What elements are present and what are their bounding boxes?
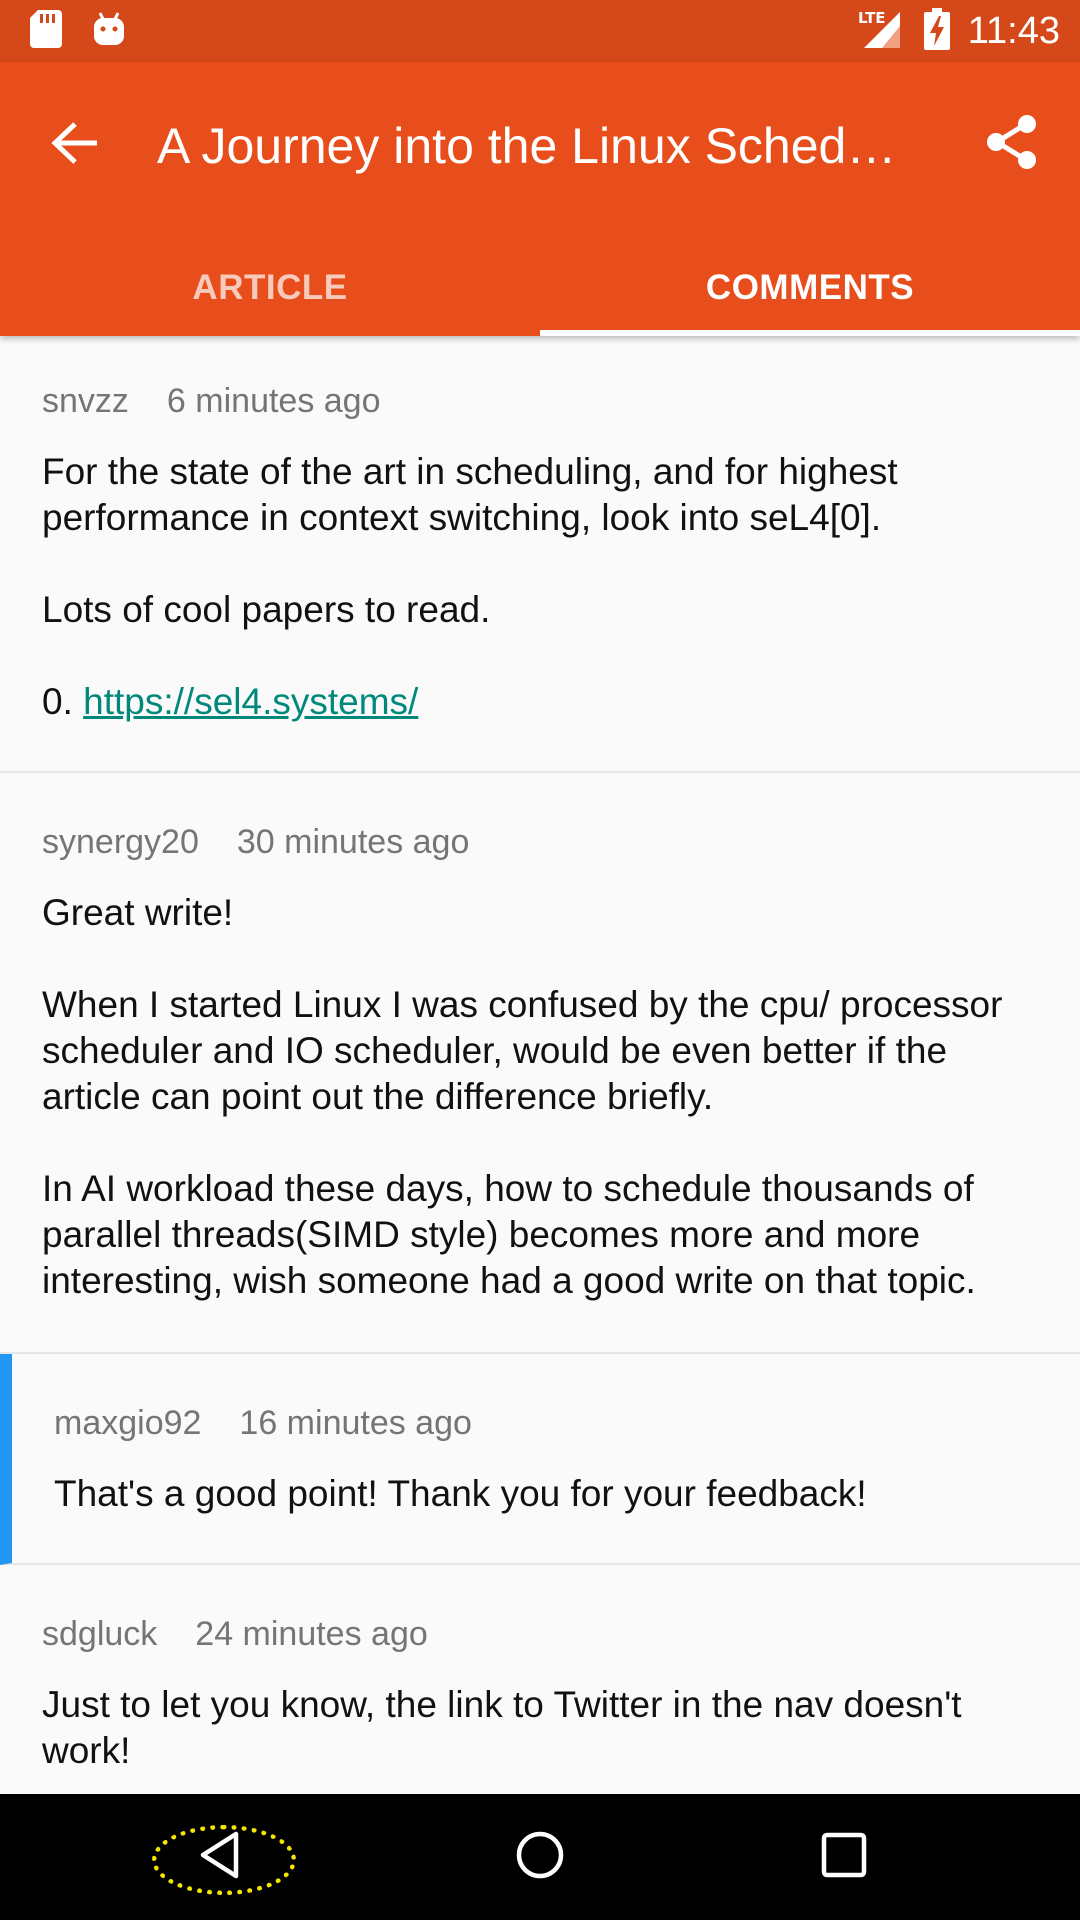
comment-time: 6 minutes ago: [166, 382, 381, 420]
comment-item[interactable]: sdgluck 24 minutes ago Just to let you k…: [0, 1565, 1080, 1794]
comment-author[interactable]: snvzz: [42, 382, 129, 421]
battery-charging-icon: [923, 7, 950, 55]
comment-paragraph: That's a good point! Thank you for your …: [54, 1473, 867, 1514]
comment-item[interactable]: synergy20 30 minutes ago Great write! Wh…: [0, 773, 1080, 1354]
nav-home-button[interactable]: [460, 1794, 620, 1920]
comment-paragraph: 0. https://sel4.systems/: [42, 679, 1038, 725]
comment-paragraph: When I started Linux I was confused by t…: [42, 984, 1003, 1117]
android-icon: [92, 11, 126, 52]
signal-icon: LTE: [856, 8, 906, 55]
nav-back-button[interactable]: [140, 1794, 300, 1920]
comment-meta: maxgio92 16 minutes ago: [54, 1404, 1038, 1443]
comments-list[interactable]: snvzz 6 minutes ago For the state of the…: [0, 336, 1080, 1794]
tap-highlight-ring: [152, 1825, 296, 1895]
comment-paragraph: Lots of cool papers to read.: [42, 589, 491, 630]
comment-time: 16 minutes ago: [239, 1404, 472, 1442]
link-prefix: 0.: [42, 681, 84, 722]
comment-body: That's a good point! Thank you for your …: [54, 1471, 1038, 1517]
comment-time: 24 minutes ago: [195, 1615, 428, 1653]
comment-body: Just to let you know, the link to Twitte…: [42, 1682, 1038, 1774]
comment-body: For the state of the art in scheduling, …: [42, 449, 1038, 725]
comment-author[interactable]: maxgio92: [54, 1404, 201, 1443]
tab-article[interactable]: ARTICLE: [0, 240, 540, 336]
comment-meta: snvzz 6 minutes ago: [42, 382, 1038, 421]
comment-item[interactable]: snvzz 6 minutes ago For the state of the…: [0, 336, 1080, 773]
app-bar: A Journey into the Linux Sched… ARTICLE …: [0, 62, 1080, 336]
status-time: 11:43: [967, 9, 1060, 52]
nav-recents-icon: [821, 1832, 867, 1883]
navigation-bar: [0, 1794, 1080, 1920]
comment-paragraph: Just to let you know, the link to Twitte…: [42, 1684, 962, 1771]
comment-meta: synergy20 30 minutes ago: [42, 823, 1038, 862]
comment-meta: sdgluck 24 minutes ago: [42, 1615, 1038, 1654]
comment-paragraph: In AI workload these days, how to schedu…: [42, 1168, 976, 1301]
back-button[interactable]: [40, 110, 110, 180]
status-bar: LTE 11:43: [0, 0, 1080, 62]
back-arrow-icon: [51, 121, 99, 170]
comment-author[interactable]: synergy20: [42, 823, 199, 862]
nav-home-icon: [515, 1830, 565, 1885]
comment-author[interactable]: sdgluck: [42, 1615, 157, 1654]
nav-recents-button[interactable]: [764, 1794, 924, 1920]
sd-card-icon: [30, 9, 62, 53]
comment-time: 30 minutes ago: [236, 823, 470, 861]
share-icon: [986, 114, 1038, 175]
reply-comment-item[interactable]: maxgio92 16 minutes ago That's a good po…: [0, 1354, 1080, 1565]
tab-bar: ARTICLE COMMENTS: [0, 240, 1080, 336]
comment-paragraph: Great write!: [42, 892, 234, 933]
tab-comments[interactable]: COMMENTS: [540, 240, 1080, 336]
comment-paragraph: For the state of the art in scheduling, …: [42, 451, 898, 538]
page-title: A Journey into the Linux Sched…: [157, 118, 897, 174]
comment-body: Great write! When I started Linux I was …: [42, 890, 1038, 1304]
svg-text:LTE: LTE: [858, 9, 886, 27]
share-button[interactable]: [974, 106, 1050, 182]
comment-link[interactable]: https://sel4.systems/: [83, 681, 418, 722]
